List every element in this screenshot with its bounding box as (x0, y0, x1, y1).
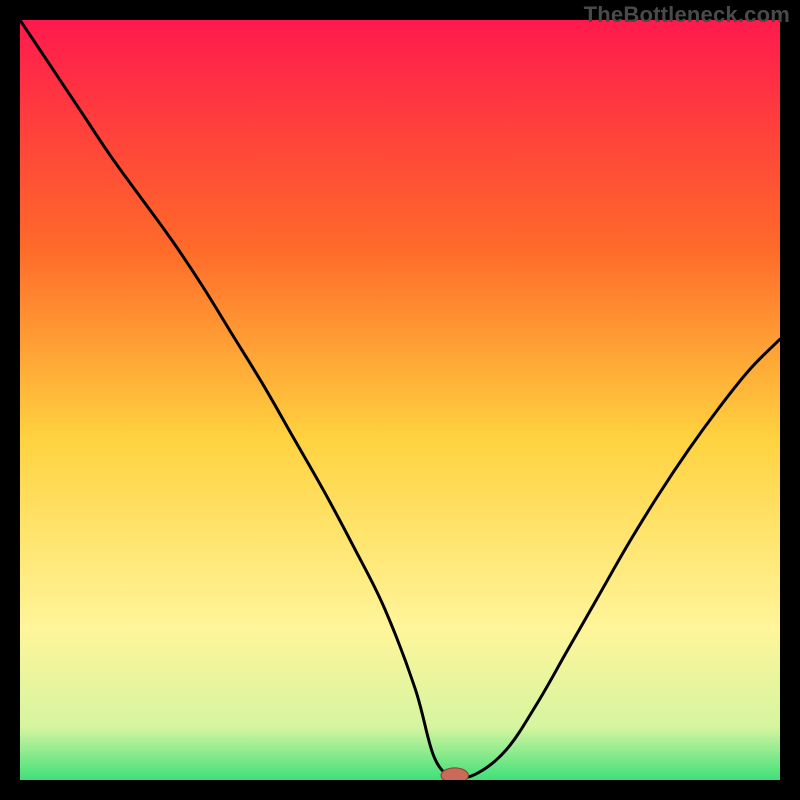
chart-frame: TheBottleneck.com (0, 0, 800, 800)
plot-area (20, 20, 780, 780)
watermark-text: TheBottleneck.com (584, 2, 790, 28)
bottleneck-chart (20, 20, 780, 780)
gradient-background (20, 20, 780, 780)
optimal-point-marker (441, 768, 468, 780)
